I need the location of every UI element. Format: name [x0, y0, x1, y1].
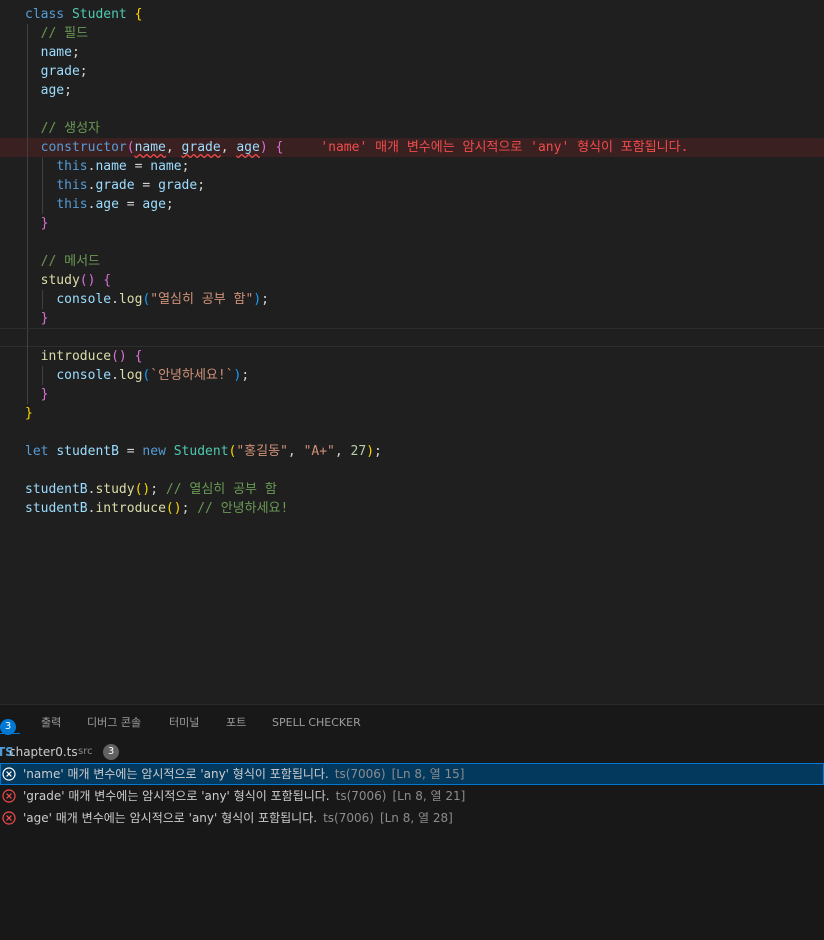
tab-spell-checker[interactable]: SPELL CHECKER	[272, 716, 361, 730]
tab-terminal[interactable]: 터미널	[169, 716, 199, 730]
comment-methods: // 메서드	[40, 254, 101, 269]
code-line: studentB.study(); // 열심히 공부 함	[25, 482, 277, 497]
problem-code: ts(7006)	[323, 811, 374, 825]
code-line	[0, 233, 824, 252]
code-line: grade;	[0, 62, 824, 81]
code-line: // 메서드	[0, 252, 824, 271]
inline-error-message: 'name' 매개 변수에는 암시적으로 'any' 형식이 포함됩니다.	[320, 140, 689, 155]
code-line: console.log(`안녕하세요!`);	[0, 366, 824, 385]
problem-message: 'age' 매개 변수에는 암시적으로 'any' 형식이 포함됩니다.	[23, 811, 318, 825]
problem-position: [Ln 8, 열 28]	[379, 811, 453, 825]
code-line: }	[0, 385, 824, 404]
file-name: chapter0.ts	[9, 745, 78, 759]
code-line: introduce() {	[0, 347, 824, 366]
problem-message: 'name' 매개 변수에는 암시적으로 'any' 형식이 포함됩니다.	[23, 767, 329, 781]
problem-position: [Ln 8, 열 21]	[392, 789, 466, 803]
file-folder: src	[78, 746, 93, 757]
problem-code: ts(7006)	[334, 767, 386, 781]
tab-problems[interactable]: 3	[0, 714, 16, 735]
problem-position: [Ln 8, 열 15]	[391, 767, 465, 781]
error-circle-icon	[2, 767, 16, 781]
code-editor[interactable]: class Student { // 필드 name; grade; age; …	[0, 0, 824, 704]
code-line: console.log("열심히 공부 함");	[0, 290, 824, 309]
code-line-error: constructor(name, grade, age) {'name' 매개…	[0, 138, 824, 157]
panel-tabs: 3 출력 디버그 콘솔 터미널 포트 SPELL CHECKER	[0, 705, 824, 741]
bottom-panel: 3 출력 디버그 콘솔 터미널 포트 SPELL CHECKER TS chap…	[0, 704, 824, 940]
error-circle-icon	[2, 811, 16, 825]
code-line	[0, 100, 824, 119]
code-line: }	[0, 214, 824, 233]
code-line: this.name = name;	[0, 157, 824, 176]
code-line: // 필드	[0, 24, 824, 43]
tab-debug-console[interactable]: 디버그 콘솔	[87, 716, 141, 730]
code-line: study() {	[0, 271, 824, 290]
code-line: }	[25, 406, 33, 421]
comment-constructor: // 생성자	[40, 121, 101, 136]
code-line: age;	[0, 81, 824, 100]
problems-file-group[interactable]: TS chapter0.ts src 3	[0, 741, 824, 763]
code-line: let studentB = new Student("홍길동", "A+", …	[25, 444, 382, 459]
problem-code: ts(7006)	[335, 789, 387, 803]
code-line: // 생성자	[0, 119, 824, 138]
code-line: this.grade = grade;	[0, 176, 824, 195]
comment-fields: // 필드	[40, 26, 89, 41]
code-line: }	[0, 309, 824, 328]
tab-output[interactable]: 출력	[41, 716, 61, 730]
problem-row[interactable]: 'grade' 매개 변수에는 암시적으로 'any' 형식이 포함됩니다. ts…	[0, 785, 824, 807]
problem-row[interactable]: 'age' 매개 변수에는 암시적으로 'any' 형식이 포함됩니다. ts(7…	[0, 807, 824, 829]
code-line: studentB.introduce(); // 안녕하세요!	[25, 501, 289, 516]
code-line-cursor	[0, 328, 824, 348]
active-tab-indicator	[0, 733, 20, 734]
tab-ports[interactable]: 포트	[226, 716, 246, 730]
file-problem-count: 3	[103, 744, 119, 760]
code-line: name;	[0, 43, 824, 62]
error-circle-icon	[2, 789, 16, 803]
code-line: class Student {	[25, 7, 143, 22]
code-line: this.age = age;	[0, 195, 824, 214]
problem-message: 'grade' 매개 변수에는 암시적으로 'any' 형식이 포함됩니다.	[23, 789, 330, 803]
problem-row[interactable]: 'name' 매개 변수에는 암시적으로 'any' 형식이 포함됩니다. ts(…	[0, 763, 824, 785]
